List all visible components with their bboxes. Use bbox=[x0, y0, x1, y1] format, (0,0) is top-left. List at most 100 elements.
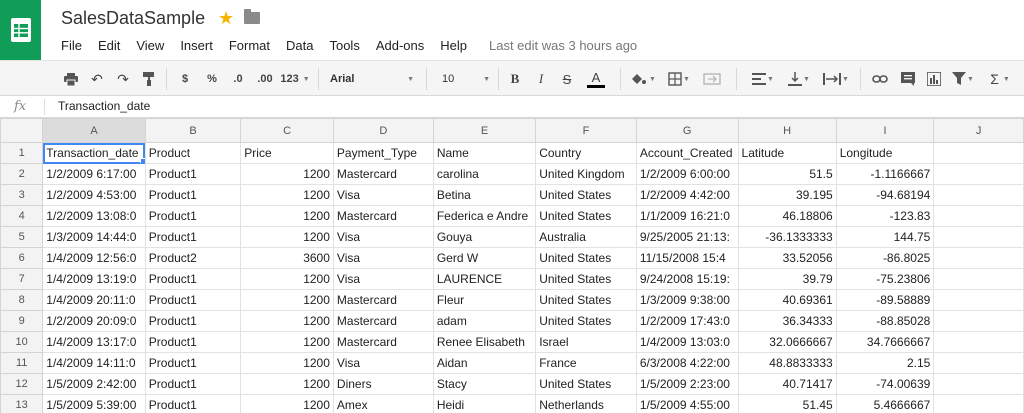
cell[interactable] bbox=[933, 310, 1024, 332]
cell[interactable]: Mastercard bbox=[332, 331, 434, 353]
cell[interactable] bbox=[933, 247, 1024, 269]
cell[interactable]: 1/2/2009 17:43:0 bbox=[635, 310, 739, 332]
cell[interactable]: Visa bbox=[332, 352, 434, 374]
row-header[interactable]: 8 bbox=[0, 289, 44, 311]
row-header[interactable]: 1 bbox=[0, 142, 44, 164]
menu-insert[interactable]: Insert bbox=[180, 38, 213, 53]
cell[interactable]: Mastercard bbox=[332, 289, 434, 311]
select-all-corner[interactable] bbox=[0, 118, 44, 143]
cell[interactable]: Diners bbox=[332, 373, 434, 395]
cell[interactable]: Visa bbox=[332, 247, 434, 269]
cell[interactable]: Name bbox=[432, 142, 537, 164]
cell[interactable]: 1/4/2009 13:17:0 bbox=[42, 331, 146, 353]
row-header[interactable]: 4 bbox=[0, 205, 44, 227]
cell[interactable] bbox=[933, 394, 1024, 413]
cell[interactable]: Product1 bbox=[144, 184, 242, 206]
cell[interactable]: Product bbox=[144, 142, 242, 164]
cell[interactable]: 1200 bbox=[240, 394, 334, 413]
cell[interactable]: -86.8025 bbox=[835, 247, 935, 269]
cell[interactable]: 1200 bbox=[240, 226, 334, 248]
cell[interactable]: 1200 bbox=[240, 289, 334, 311]
italic-button[interactable]: I bbox=[533, 69, 549, 89]
cell[interactable]: 48.8833333 bbox=[737, 352, 837, 374]
sheets-logo[interactable] bbox=[0, 0, 41, 60]
cell[interactable]: Mastercard bbox=[332, 310, 434, 332]
cell[interactable]: 1/3/2009 14:44:0 bbox=[42, 226, 146, 248]
cell[interactable]: 39.79 bbox=[737, 268, 837, 290]
cell[interactable]: United Kingdom bbox=[535, 163, 637, 185]
cell[interactable]: 1/5/2009 5:39:00 bbox=[42, 394, 146, 413]
cell[interactable]: Product1 bbox=[144, 289, 242, 311]
cell[interactable]: LAURENCE bbox=[432, 268, 537, 290]
cell[interactable]: 1/4/2009 20:11:0 bbox=[42, 289, 146, 311]
cell[interactable]: -74.00639 bbox=[835, 373, 935, 395]
cell[interactable]: Product1 bbox=[144, 163, 242, 185]
cell[interactable]: 1/3/2009 9:38:00 bbox=[635, 289, 739, 311]
increase-decimal-button[interactable]: .00 bbox=[254, 69, 276, 89]
column-header-j[interactable]: J bbox=[933, 118, 1024, 143]
row-header[interactable]: 3 bbox=[0, 184, 44, 206]
document-title[interactable]: SalesDataSample bbox=[61, 8, 205, 29]
cell[interactable]: Payment_Type bbox=[332, 142, 434, 164]
font-family-select[interactable]: Arial ▼ bbox=[330, 69, 414, 89]
row-header[interactable]: 12 bbox=[0, 373, 44, 395]
borders-icon[interactable]: ▼ bbox=[666, 69, 692, 89]
cell[interactable]: 40.69361 bbox=[737, 289, 837, 311]
active-cell[interactable]: Transaction_date bbox=[42, 142, 146, 164]
cell[interactable]: 1/5/2009 4:55:00 bbox=[635, 394, 739, 413]
currency-format-button[interactable]: $ bbox=[178, 69, 192, 89]
insert-link-icon[interactable] bbox=[870, 69, 890, 89]
more-formats-button[interactable]: 123 ▼ bbox=[280, 69, 310, 89]
cell[interactable] bbox=[933, 184, 1024, 206]
cell[interactable]: Price bbox=[240, 142, 334, 164]
column-header-i[interactable]: I bbox=[835, 118, 935, 143]
cell[interactable]: Product1 bbox=[144, 331, 242, 353]
cell[interactable]: 144.75 bbox=[835, 226, 935, 248]
cell[interactable]: 1/5/2009 2:23:00 bbox=[635, 373, 739, 395]
star-icon[interactable]: ★ bbox=[218, 8, 234, 29]
cell[interactable]: 5.4666667 bbox=[835, 394, 935, 413]
row-header[interactable]: 13 bbox=[0, 394, 44, 413]
cell[interactable]: 1/4/2009 13:03:0 bbox=[635, 331, 739, 353]
cell[interactable]: -94.68194 bbox=[835, 184, 935, 206]
cell[interactable] bbox=[933, 226, 1024, 248]
cell[interactable]: -75.23806 bbox=[835, 268, 935, 290]
paint-format-icon[interactable] bbox=[140, 69, 158, 89]
column-header-g[interactable]: G bbox=[635, 118, 739, 143]
cell[interactable]: 1/2/2009 13:08:0 bbox=[42, 205, 146, 227]
print-icon[interactable] bbox=[62, 69, 80, 89]
column-header-c[interactable]: C bbox=[240, 118, 334, 143]
cell[interactable]: Aidan bbox=[432, 352, 537, 374]
folder-icon[interactable] bbox=[244, 9, 260, 24]
cell[interactable]: 1200 bbox=[240, 310, 334, 332]
cell[interactable]: Fleur bbox=[432, 289, 537, 311]
cell[interactable]: 3600 bbox=[240, 247, 334, 269]
cell[interactable]: 51.5 bbox=[737, 163, 837, 185]
cell[interactable]: 1200 bbox=[240, 205, 334, 227]
percent-format-button[interactable]: % bbox=[204, 69, 220, 89]
decrease-decimal-button[interactable]: .0 bbox=[228, 69, 248, 89]
cell[interactable]: -88.85028 bbox=[835, 310, 935, 332]
column-header-h[interactable]: H bbox=[737, 118, 837, 143]
insert-comment-icon[interactable] bbox=[898, 69, 918, 89]
cell[interactable] bbox=[933, 268, 1024, 290]
menu-file[interactable]: File bbox=[61, 38, 82, 53]
cell[interactable]: United States bbox=[535, 205, 637, 227]
cell[interactable]: Mastercard bbox=[332, 163, 434, 185]
cell[interactable]: Product1 bbox=[144, 205, 242, 227]
cell[interactable]: 9/25/2005 21:13: bbox=[635, 226, 739, 248]
cell[interactable]: 1/2/2009 6:00:00 bbox=[635, 163, 739, 185]
cell[interactable]: Longitude bbox=[835, 142, 935, 164]
cell[interactable]: Product1 bbox=[144, 226, 242, 248]
cell[interactable]: 1200 bbox=[240, 352, 334, 374]
cell[interactable]: 6/3/2008 4:22:00 bbox=[635, 352, 739, 374]
bold-button[interactable]: B bbox=[507, 69, 523, 89]
column-header-e[interactable]: E bbox=[432, 118, 537, 143]
cell[interactable]: 46.18806 bbox=[737, 205, 837, 227]
cell[interactable]: United States bbox=[535, 310, 637, 332]
cell[interactable]: 1/4/2009 13:19:0 bbox=[42, 268, 146, 290]
cell[interactable]: Visa bbox=[332, 184, 434, 206]
redo-icon[interactable]: ↷ bbox=[114, 69, 132, 89]
cell[interactable]: 1/1/2009 16:21:0 bbox=[635, 205, 739, 227]
cell[interactable]: 32.0666667 bbox=[737, 331, 837, 353]
